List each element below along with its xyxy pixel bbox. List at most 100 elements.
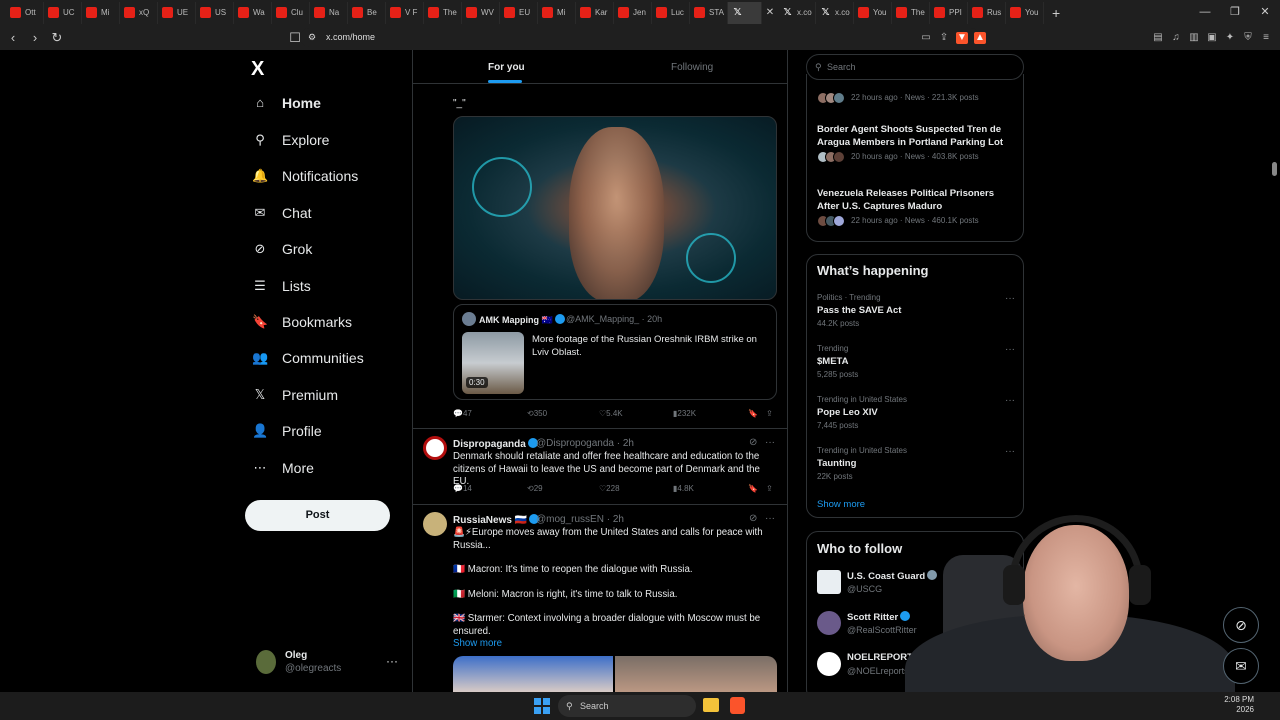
repost-button[interactable]: ⟲ 29	[527, 484, 543, 493]
show-more-link[interactable]: Show more	[817, 499, 865, 510]
like-button[interactable]: ♡ 5.4K	[599, 409, 623, 418]
vpn-icon[interactable]: ⛨	[1242, 32, 1254, 44]
browser-tab[interactable]: UC	[44, 1, 82, 24]
browser-tab[interactable]: PPI	[930, 1, 968, 24]
browser-tab[interactable]: Kar	[576, 1, 614, 24]
post-media-image[interactable]	[615, 656, 777, 692]
browser-tab[interactable]: WV	[462, 1, 500, 24]
file-explorer-icon[interactable]	[703, 698, 719, 712]
browser-tab[interactable]: Mi	[82, 1, 120, 24]
tab-following[interactable]: Following	[671, 62, 713, 73]
more-icon[interactable]: ···	[1005, 293, 1015, 304]
share-icon[interactable]: ⇪	[938, 32, 950, 44]
browser-tab[interactable]: 𝕏	[728, 1, 762, 24]
browser-tab[interactable]: 𝕏x.co	[816, 1, 854, 24]
like-button[interactable]: ♡ 228	[599, 484, 620, 493]
account-more-icon[interactable]: ···	[386, 654, 398, 668]
browser-tab[interactable]: The	[424, 1, 462, 24]
views-button[interactable]: ▮ 232K	[673, 409, 696, 418]
maximize-icon[interactable]: ❐	[1220, 0, 1250, 25]
windows-start-icon[interactable]	[534, 698, 550, 714]
browser-tab[interactable]: V F	[386, 1, 424, 24]
reply-button[interactable]: 💬 14	[453, 484, 472, 493]
news-item[interactable]: Border Agent Shoots Suspected Tren de Ar…	[817, 124, 1017, 163]
close-tab-icon[interactable]: ✕	[762, 7, 778, 18]
share-button[interactable]: ⇪	[766, 409, 773, 418]
brave-shields-icon[interactable]: ▼	[956, 31, 968, 44]
views-button[interactable]: ▮ 4.8K	[673, 484, 694, 493]
browser-tab[interactable]: 𝕏x.co	[778, 1, 816, 24]
nav-item-notifications[interactable]: 🔔 Notifications	[252, 168, 358, 184]
browser-tab[interactable]: STA	[690, 1, 728, 24]
new-tab-icon[interactable]: +	[1052, 5, 1060, 21]
panel-icon[interactable]: ▥	[1188, 32, 1200, 44]
nav-item-home[interactable]: ⌂ Home	[252, 95, 321, 111]
browser-tab[interactable]: Mi	[538, 1, 576, 24]
nav-item-profile[interactable]: 👤 Profile	[252, 423, 322, 439]
post-button[interactable]: Post	[245, 500, 390, 531]
nav-item-chat[interactable]: ✉ Chat	[252, 205, 312, 221]
scrollbar[interactable]	[1270, 50, 1278, 692]
bookmark-button[interactable]: 🔖	[748, 484, 758, 493]
more-icon[interactable]: ···	[765, 513, 775, 524]
taskbar-search[interactable]: ⚲ Search	[558, 695, 696, 717]
trend-item[interactable]: Trending $META 5,285 posts ···	[817, 344, 1015, 379]
nav-item-lists[interactable]: ☰ Lists	[252, 278, 311, 294]
account-switcher[interactable]: Oleg @olegreacts ···	[256, 648, 406, 680]
post[interactable]: Dispropaganda @Dispropoganda · 2h ⊘ ··· …	[413, 428, 787, 504]
browser-tab[interactable]: EU	[500, 1, 538, 24]
more-icon[interactable]: ···	[1005, 446, 1015, 457]
grok-fab-icon[interactable]: ⊘	[1223, 607, 1259, 643]
browser-tab[interactable]: Wa	[234, 1, 272, 24]
x-logo[interactable]: X	[251, 58, 264, 81]
browser-tab[interactable]: Be	[348, 1, 386, 24]
nav-item-bookmarks[interactable]: 🔖 Bookmarks	[252, 314, 352, 330]
brave-browser-icon[interactable]	[730, 697, 745, 714]
browser-tab[interactable]: Rus	[968, 1, 1006, 24]
trend-item[interactable]: Trending in United States Taunting 22K p…	[817, 446, 1015, 481]
share-button[interactable]: ⇪	[766, 484, 773, 493]
close-window-icon[interactable]: ✕	[1250, 0, 1280, 25]
minimize-icon[interactable]: —	[1190, 0, 1220, 25]
browser-tab[interactable]: The	[892, 1, 930, 24]
cast-icon[interactable]: ▭	[920, 32, 932, 44]
tab-for-you[interactable]: For you	[488, 62, 525, 73]
reload-icon[interactable]: ↻	[48, 30, 66, 46]
show-more-link[interactable]: Show more	[453, 638, 769, 651]
media-icon[interactable]: ♫	[1170, 32, 1182, 44]
browser-tab[interactable]: Ott	[6, 1, 44, 24]
trend-item[interactable]: Trending in United States Pope Leo XIV 7…	[817, 395, 1015, 430]
browser-tab[interactable]: US	[196, 1, 234, 24]
browser-tab[interactable]: UE	[158, 1, 196, 24]
more-icon[interactable]: ···	[1005, 395, 1015, 406]
browser-tab[interactable]: xQ	[120, 1, 158, 24]
browser-tab[interactable]: Na	[310, 1, 348, 24]
browser-tab[interactable]: You	[1006, 1, 1044, 24]
site-info-icon[interactable]: ⚙	[308, 28, 316, 47]
trend-item[interactable]: Politics · Trending Pass the SAVE Act 44…	[817, 293, 1015, 328]
nav-item-more[interactable]: ⋯ More	[252, 460, 314, 476]
scrollbar-thumb[interactable]	[1272, 162, 1277, 176]
grok-icon[interactable]: ⊘	[749, 437, 757, 448]
quoted-post[interactable]: AMK Mapping 🇦🇺 @AMK_Mapping_ · 20h 0:30 …	[453, 304, 777, 400]
browser-tab[interactable]: Clu	[272, 1, 310, 24]
sidebar-toggle-icon[interactable]: ▤	[1152, 32, 1164, 44]
forward-icon[interactable]: ›	[26, 30, 44, 45]
post-media-image[interactable]	[453, 116, 777, 300]
more-icon[interactable]: ···	[765, 437, 775, 448]
back-icon[interactable]: ‹	[4, 30, 22, 45]
repost-button[interactable]: ⟲ 350	[527, 409, 547, 418]
more-icon[interactable]: ···	[1005, 344, 1015, 355]
nav-item-communities[interactable]: 👥 Communities	[252, 350, 364, 366]
browser-tab[interactable]: Jen	[614, 1, 652, 24]
url-field[interactable]: ⚙ x.com/home	[300, 28, 980, 47]
system-clock[interactable]: 2:08 PM 2026	[1222, 695, 1254, 715]
wallet-icon[interactable]: ▣	[1206, 32, 1218, 44]
browser-tab[interactable]: Luc	[652, 1, 690, 24]
messages-fab-icon[interactable]: ✉	[1223, 648, 1259, 684]
nav-item-explore[interactable]: ⚲ Explore	[252, 132, 329, 148]
nav-item-premium[interactable]: 𝕏 Premium	[252, 387, 338, 403]
brave-rewards-icon[interactable]: ▲	[974, 31, 986, 44]
browser-tab[interactable]: You	[854, 1, 892, 24]
bookmark-button[interactable]: 🔖	[748, 409, 758, 418]
